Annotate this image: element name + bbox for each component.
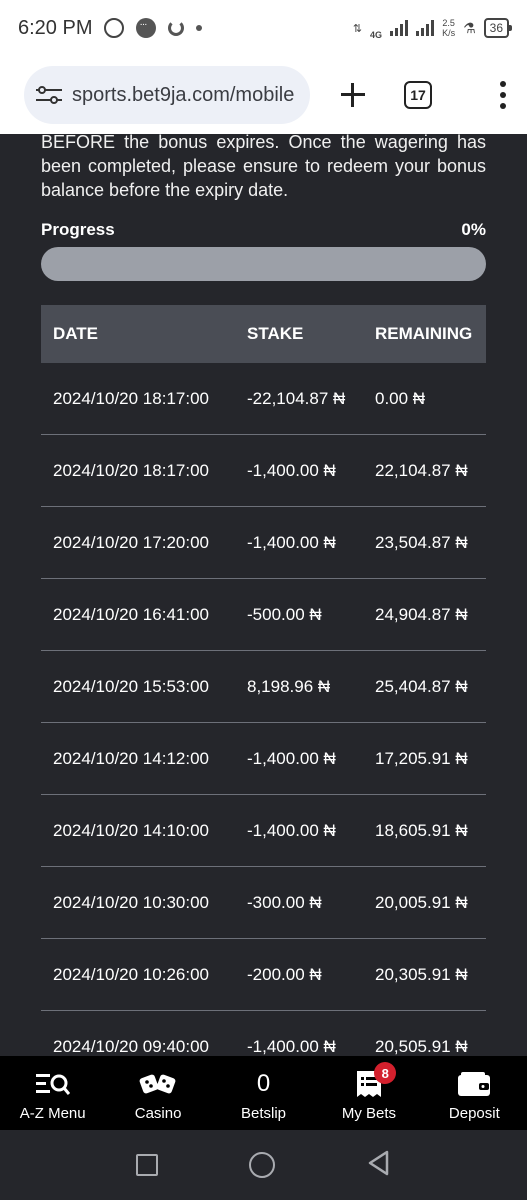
cell-stake: -500.00 ₦ (247, 604, 322, 624)
more-options-icon[interactable] (499, 81, 507, 109)
speed-value: 2.5 (442, 18, 455, 28)
cell-date: 2024/10/20 18:17:00 (53, 388, 209, 408)
nav-az-menu-label: A-Z Menu (19, 1105, 86, 1122)
header-date: DATE (53, 324, 99, 343)
cell-stake: -200.00 ₦ (247, 964, 322, 984)
cell-stake: -300.00 ₦ (247, 892, 322, 912)
dice-icon (138, 1069, 178, 1099)
cell-date: 2024/10/20 10:26:00 (53, 964, 209, 984)
cell-remaining: 22,104.87 ₦ (375, 460, 468, 480)
cell-stake: 8,198.96 ₦ (247, 676, 331, 696)
betslip-count-box: 0 (257, 1069, 270, 1099)
cell-date: 2024/10/20 10:30:00 (53, 892, 209, 912)
menu-search-icon (35, 1069, 70, 1099)
sync-icon (168, 20, 185, 36)
nav-az-menu[interactable]: A-Z Menu (0, 1056, 105, 1130)
table-row: 2024/10/20 17:20:00 -1,400.00 ₦ 23,504.87 … (41, 507, 486, 579)
cell-remaining: 0.00 ₦ (375, 388, 426, 408)
chat-icon (136, 18, 157, 38)
table-row: 2024/10/20 14:10:00 -1,400.00 ₦ 18,605.91 … (41, 795, 486, 867)
bonus-terms-text: BEFORE the bonus expires. Once the wager… (41, 134, 486, 200)
new-tab-icon[interactable] (338, 80, 368, 110)
network-speed: 2.5 K/s (442, 18, 455, 38)
status-bar: 6:20 PM ⇅ 4G 2.5 K/s ⚗ 36 (0, 0, 527, 56)
table-header: DATE STAKE REMAINING (41, 305, 486, 363)
progress-percent: 0% (461, 220, 486, 239)
table-row: 2024/10/20 10:26:00 -200.00 ₦ 20,305.91 ₦ (41, 939, 486, 1011)
table-row: 2024/10/20 18:17:00 -22,104.87 ₦ 0.00 ₦ (41, 363, 486, 435)
cell-remaining: 18,605.91 ₦ (375, 820, 468, 840)
nav-my-bets-label: My Bets (341, 1105, 397, 1122)
bottom-navigation: A-Z Menu Casino 0 Betslip 8 My Bets Depo… (0, 1056, 527, 1130)
flask-icon: ⚗ (463, 19, 476, 36)
header-stake: STAKE (247, 324, 304, 343)
table-row: 2024/10/20 15:53:00 8,198.96 ₦ 25,404.87 ₦ (41, 651, 486, 723)
network-type: 4G (370, 30, 383, 40)
site-settings-icon[interactable] (36, 84, 62, 106)
nav-betslip-label: Betslip (241, 1105, 287, 1122)
cell-stake: -1,400.00 ₦ (247, 1036, 336, 1056)
browser-toolbar: sports.bet9ja.com/mobile 17 (0, 56, 527, 134)
cell-remaining: 25,404.87 ₦ (375, 676, 468, 696)
table-body: 2024/10/20 18:17:00 -22,104.87 ₦ 0.00 ₦ 202… (41, 363, 486, 1056)
table-row: 2024/10/20 09:40:00 -1,400.00 ₦ 20,505.91 … (41, 1011, 486, 1056)
table-row: 2024/10/20 16:41:00 -500.00 ₦ 24,904.87 ₦ (41, 579, 486, 651)
wagering-table: DATE STAKE REMAINING 2024/10/20 18:17:00… (41, 305, 486, 1056)
back-icon[interactable] (367, 1150, 391, 1181)
cell-remaining: 20,005.91 ₦ (375, 892, 468, 912)
wallet-icon (457, 1069, 491, 1099)
cell-date: 2024/10/20 14:12:00 (53, 748, 209, 768)
cell-date: 2024/10/20 14:10:00 (53, 820, 209, 840)
header-remaining: REMAINING (375, 324, 473, 343)
nav-casino[interactable]: Casino (105, 1056, 210, 1130)
status-time: 6:20 PM (18, 16, 93, 39)
cell-stake: -1,400.00 ₦ (247, 532, 336, 552)
nav-my-bets[interactable]: 8 My Bets (316, 1056, 421, 1130)
notification-dot-icon (196, 25, 203, 31)
system-navigation-bar (0, 1130, 527, 1200)
table-row: 2024/10/20 18:17:00 -1,400.00 ₦ 22,104.87 … (41, 435, 486, 507)
cell-remaining: 20,505.91 ₦ (375, 1036, 468, 1056)
table-row: 2024/10/20 14:12:00 -1,400.00 ₦ 17,205.91 … (41, 723, 486, 795)
betslip-count: 0 (256, 1070, 271, 1097)
signal-2-icon (416, 20, 435, 36)
cell-stake: -1,400.00 ₦ (247, 820, 336, 840)
progress-header: Progress 0% (41, 220, 486, 240)
signal-icon (390, 20, 409, 36)
cell-remaining: 17,205.91 ₦ (375, 748, 468, 768)
whatsapp-icon (104, 18, 125, 38)
nav-casino-label: Casino (134, 1105, 182, 1122)
my-bets-badge: 8 (374, 1062, 397, 1084)
cell-date: 2024/10/20 16:41:00 (53, 604, 209, 624)
data-arrows-icon: ⇅ (352, 22, 363, 35)
cell-remaining: 20,305.91 ₦ (375, 964, 468, 984)
cell-date: 2024/10/20 17:20:00 (53, 532, 209, 552)
url-text: sports.bet9ja.com/mobile (72, 83, 295, 106)
battery-icon: 36 (483, 18, 513, 38)
progress-bar (41, 247, 486, 281)
recent-apps-icon[interactable] (135, 1154, 158, 1176)
cell-stake: -1,400.00 ₦ (247, 748, 336, 768)
cell-remaining: 23,504.87 ₦ (375, 532, 468, 552)
progress-label: Progress (41, 220, 115, 239)
cell-stake: -22,104.87 ₦ (247, 388, 346, 408)
table-row: 2024/10/20 10:30:00 -300.00 ₦ 20,005.91 ₦ (41, 867, 486, 939)
cell-remaining: 24,904.87 ₦ (375, 604, 468, 624)
nav-betslip[interactable]: 0 Betslip (211, 1056, 316, 1130)
cell-date: 2024/10/20 15:53:00 (53, 676, 209, 696)
nav-deposit[interactable]: Deposit (422, 1056, 527, 1130)
cell-date: 2024/10/20 18:17:00 (53, 460, 209, 480)
speed-unit: K/s (442, 28, 456, 38)
cell-date: 2024/10/20 09:40:00 (53, 1036, 209, 1056)
tab-switcher-button[interactable]: 17 (404, 81, 432, 109)
battery-level: 36 (489, 21, 503, 35)
address-bar[interactable]: sports.bet9ja.com/mobile (24, 66, 310, 124)
cell-stake: -1,400.00 ₦ (247, 460, 336, 480)
nav-deposit-label: Deposit (448, 1105, 500, 1122)
bonus-page-content: BEFORE the bonus expires. Once the wager… (0, 134, 527, 1056)
home-icon[interactable] (249, 1152, 276, 1178)
